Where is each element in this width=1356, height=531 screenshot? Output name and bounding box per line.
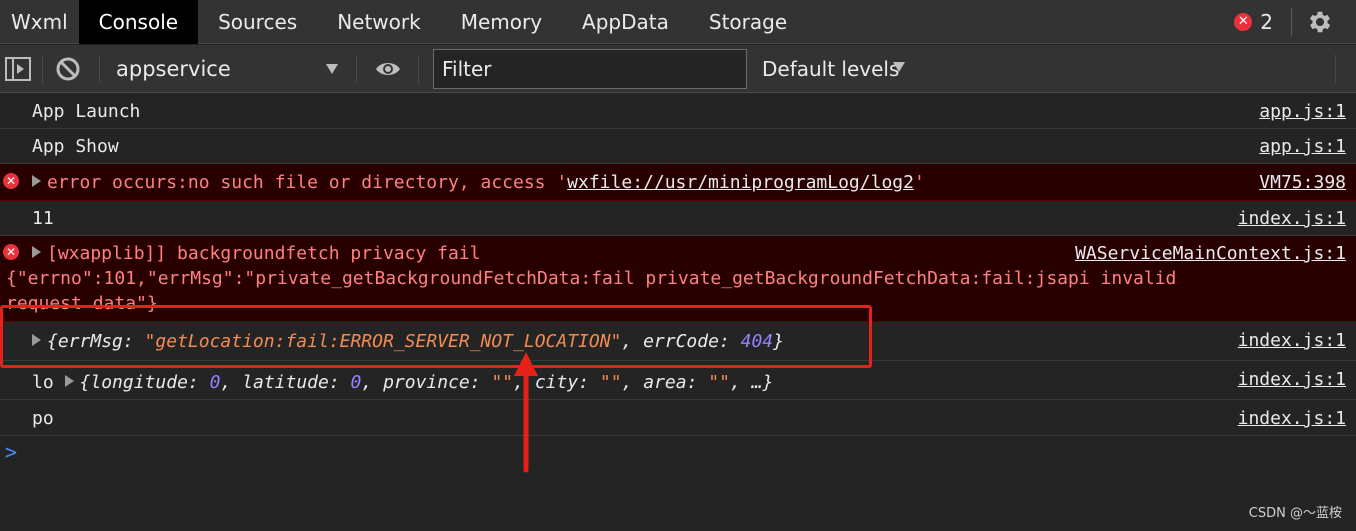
console-prompt[interactable]: > <box>5 440 17 464</box>
expand-triangle-icon[interactable] <box>32 246 41 258</box>
log-message: lo {longitude: 0, latitude: 0, province:… <box>32 372 774 393</box>
expand-triangle-icon[interactable] <box>64 375 74 387</box>
log-message: [wxapplib]] backgroundfetch privacy fail <box>32 243 480 264</box>
console-toolbar: appservice Default levels <box>0 45 1356 93</box>
highlight-box <box>0 305 872 368</box>
gear-icon[interactable] <box>1306 8 1334 36</box>
clear-console-icon[interactable] <box>54 55 82 83</box>
source-link[interactable]: index.js:1 <box>1238 408 1346 429</box>
console-row: po index.js:1 <box>0 400 1356 436</box>
tab-memory[interactable]: Memory <box>441 0 562 44</box>
error-text: ' <box>913 172 925 193</box>
log-message: error occurs:no such file or directory, … <box>32 172 925 193</box>
toolbar-divider <box>1291 8 1292 36</box>
error-count-label: 2 <box>1260 10 1273 34</box>
source-link[interactable]: index.js:1 <box>1238 369 1346 390</box>
console-row: 11 index.js:1 <box>0 201 1356 236</box>
chevron-down-icon[interactable] <box>893 62 905 72</box>
devtools-tab-bar: Wxml Console Sources Network Memory AppD… <box>0 0 1356 44</box>
log-message: App Show <box>32 136 119 157</box>
error-text: {"errno":101,"errMsg":"private_getBackgr… <box>6 268 1177 289</box>
toolbar-divider <box>1335 55 1336 83</box>
tab-storage[interactable]: Storage <box>689 0 807 44</box>
toolbar-divider <box>99 55 100 83</box>
error-icon: ✕ <box>3 244 19 260</box>
annotation-arrow-icon <box>514 352 538 473</box>
toolbar-divider <box>418 55 419 83</box>
source-link[interactable]: index.js:1 <box>1238 330 1346 351</box>
error-text: [wxapplib]] backgroundfetch privacy fail <box>47 243 481 264</box>
file-link[interactable]: wxfile://usr/miniprogramLog/log2 <box>567 172 914 193</box>
toolbar-divider <box>356 55 357 83</box>
source-link[interactable]: index.js:1 <box>1238 208 1346 229</box>
chevron-down-icon[interactable] <box>326 64 338 74</box>
log-message: App Launch <box>32 101 141 122</box>
tab-wxml[interactable]: Wxml <box>0 0 79 44</box>
expand-triangle-icon[interactable] <box>32 175 41 187</box>
log-message: po <box>32 408 54 429</box>
console-error-row: ✕ error occurs:no such file or directory… <box>0 164 1356 201</box>
eye-icon[interactable] <box>374 55 402 83</box>
watermark: CSDN @～蓝桉 <box>1248 506 1342 521</box>
error-counter[interactable]: ✕ 2 <box>1234 10 1273 34</box>
tab-network[interactable]: Network <box>317 0 441 44</box>
tab-console[interactable]: Console <box>78 0 199 44</box>
source-link[interactable]: app.js:1 <box>1259 101 1346 122</box>
error-icon: ✕ <box>1234 13 1253 31</box>
source-link[interactable]: app.js:1 <box>1259 136 1346 157</box>
toolbar-divider <box>42 55 43 83</box>
filter-input[interactable] <box>433 49 747 89</box>
log-levels-select[interactable]: Default levels <box>762 57 899 81</box>
console-row: App Launch app.js:1 <box>0 94 1356 129</box>
log-message: 11 <box>32 208 54 229</box>
console-row: App Show app.js:1 <box>0 129 1356 164</box>
error-icon: ✕ <box>3 173 19 189</box>
tab-sources[interactable]: Sources <box>198 0 317 44</box>
source-link[interactable]: VM75:398 <box>1259 172 1346 193</box>
error-text: error occurs:no such file or directory, … <box>47 172 568 193</box>
source-link[interactable]: WAServiceMainContext.js:1 <box>1075 243 1346 264</box>
sidebar-toggle-icon[interactable] <box>4 55 32 83</box>
context-select[interactable]: appservice <box>116 57 231 81</box>
tab-appdata[interactable]: AppData <box>562 0 689 44</box>
